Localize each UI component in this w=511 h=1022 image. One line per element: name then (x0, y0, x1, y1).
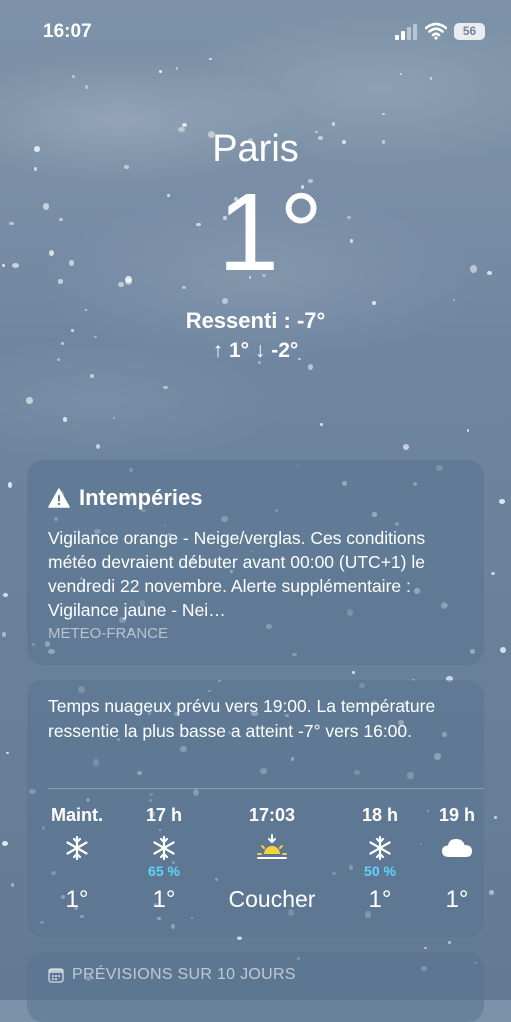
alert-description: Vigilance orange - Neige/verglas. Ces co… (48, 528, 426, 620)
snowflake-particle (112, 416, 116, 419)
snowflake-particle (307, 363, 314, 371)
precip-chance: 65 % (148, 863, 180, 879)
snowflake-particle (1, 841, 8, 847)
cloud-icon (442, 839, 472, 857)
snowflake-particle (71, 74, 76, 79)
snowflake-particle (467, 429, 470, 433)
sunset-label: Coucher (228, 886, 316, 912)
snowflake-particle (403, 443, 410, 450)
hourly-summary: Temps nuageux prévu vers 19:00. La tempé… (48, 696, 436, 741)
snowflake-particle (1, 632, 7, 637)
precip-chance: 50 % (364, 863, 396, 879)
hourly-item-now[interactable]: Maint. 1° (37, 800, 117, 914)
hour-label: 17:03 (248, 805, 296, 825)
alert-header: Intempéries (48, 485, 203, 511)
hourly-item-19h[interactable]: 19 h 1° (417, 800, 497, 914)
calendar-icon (48, 968, 64, 983)
snowflake-particle (6, 751, 9, 754)
snowflake-particle (424, 946, 427, 950)
snowflake-particle (221, 298, 229, 304)
precip-chance (417, 862, 497, 880)
snowflake-particle (429, 77, 433, 81)
snowflake-particle (372, 300, 377, 305)
battery-icon: 56 (454, 23, 485, 40)
divider (48, 788, 484, 789)
snowflake-particle (499, 647, 507, 654)
cellular-signal-icon (395, 24, 417, 40)
high-low-temperatures: ↑ 1° ↓ -2° (212, 339, 299, 362)
sunset-icon (257, 834, 287, 859)
alert-title: Intempéries (79, 485, 203, 510)
hourly-item-17h[interactable]: 17 h 65 % 1° (124, 800, 204, 914)
feels-like: Ressenti : -7° (185, 308, 326, 333)
status-bar: 16:07 56 (0, 0, 511, 60)
warning-icon (48, 488, 70, 508)
forecast-header: PRÉVISIONS SUR 10 JOURS (48, 966, 296, 984)
snowflake-particle (94, 335, 97, 338)
snowflake-particle (2, 592, 8, 597)
snowflake-particle (95, 444, 100, 450)
snowflake-particle (452, 298, 456, 302)
status-time: 16:07 (43, 21, 92, 42)
snowflake-particle (332, 121, 336, 126)
snowflake-particle (159, 70, 163, 74)
snowflake-particle (447, 941, 451, 945)
wifi-icon (425, 22, 447, 40)
snowflake-particle (352, 670, 356, 674)
hour-label: 19 h (438, 805, 476, 825)
city-name: Paris (212, 128, 299, 170)
hour-label: Maint. (51, 805, 103, 825)
snowflake-particle (499, 499, 505, 504)
hour-temp: 1° (65, 886, 89, 913)
ten-day-forecast-card[interactable]: PRÉVISIONS SUR 10 JOURS (27, 952, 484, 1022)
snowflake-particle (382, 112, 385, 115)
snowflake-particle (181, 122, 187, 127)
snowflake-particle (175, 67, 179, 71)
snowflake-particle (62, 416, 68, 422)
snowflake-particle (163, 386, 169, 390)
hour-label: 18 h (361, 805, 399, 825)
snowflake-particle (26, 396, 33, 404)
hour-label: 17 h (145, 805, 183, 825)
hourly-forecast-card[interactable]: Temps nuageux prévu vers 19:00. La tempé… (27, 680, 484, 937)
precip-chance (37, 862, 117, 880)
snowflake-icon (66, 835, 88, 861)
snowflake-icon (153, 835, 175, 861)
hour-temp: 1° (368, 886, 392, 913)
alert-source: METEO-FRANCE (48, 625, 168, 642)
hourly-item-18h[interactable]: 18 h 50 % 1° (340, 800, 420, 914)
snowflake-particle (319, 422, 324, 426)
hour-temp: 1° (152, 886, 176, 913)
snowflake-particle (491, 571, 496, 575)
snowflake-particle (399, 73, 403, 75)
precip-chance (217, 862, 327, 880)
forecast-title: PRÉVISIONS SUR 10 JOURS (72, 966, 296, 983)
current-temperature: 1° (0, 178, 511, 288)
snowflake-particle (10, 883, 15, 887)
snowflake-particle (85, 85, 89, 89)
hourly-item-sunset[interactable]: 17:03 Coucher (217, 800, 327, 913)
snowflake-particle (7, 482, 13, 488)
snowflake-particle (90, 373, 95, 378)
temperature-value: 1° (217, 171, 324, 294)
snowflake-icon (369, 835, 391, 861)
severe-weather-alert-card[interactable]: Intempéries Vigilance orange - Neige/ver… (27, 460, 484, 665)
hour-temp: 1° (445, 886, 469, 913)
